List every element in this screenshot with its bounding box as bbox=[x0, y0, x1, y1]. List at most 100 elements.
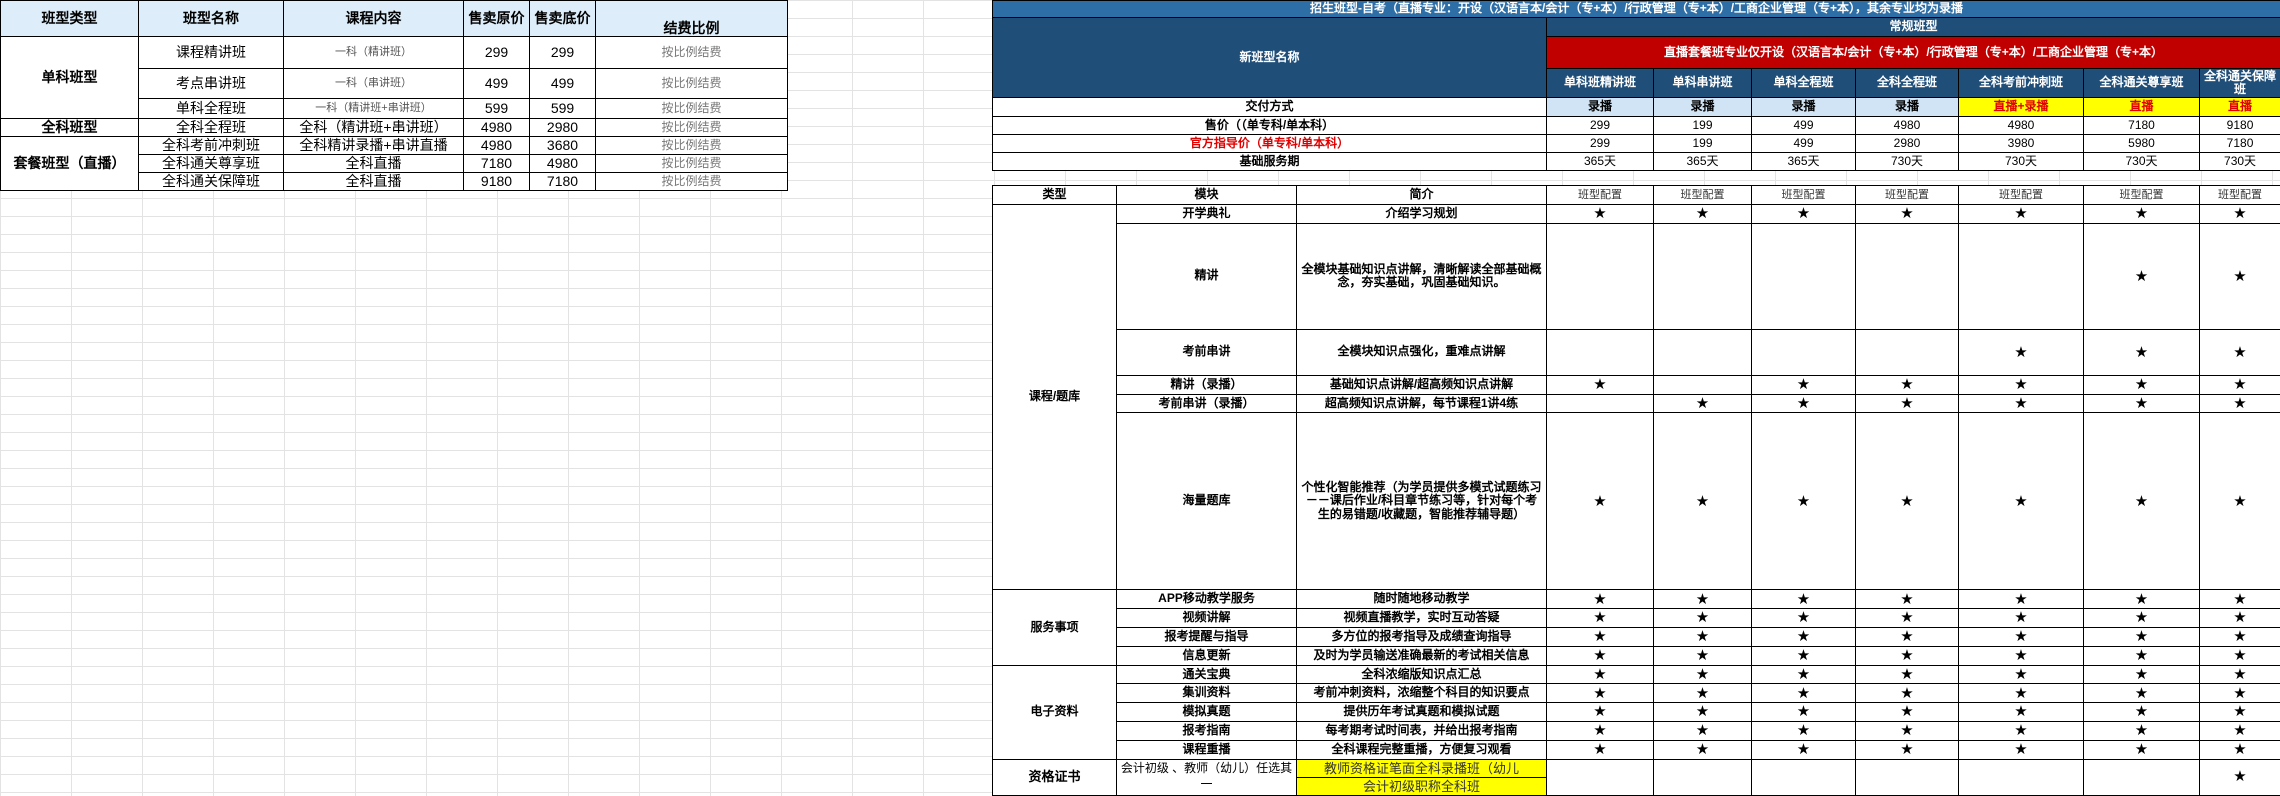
config-cell[interactable]: ★ bbox=[1654, 703, 1752, 722]
config-cell[interactable]: ★ bbox=[1752, 205, 1856, 224]
config-cell[interactable] bbox=[1547, 394, 1654, 413]
config-cell[interactable]: ★ bbox=[1752, 609, 1856, 628]
config-cell[interactable] bbox=[1654, 375, 1752, 394]
cert-star-cell[interactable] bbox=[1654, 759, 1752, 795]
direct-broadcast-note[interactable]: 直播套餐班专业仅开设（汉语言本/会计（专+本）/行政管理（专+本）/工商企业管理… bbox=[1547, 37, 2280, 69]
config-cell[interactable]: ★ bbox=[2084, 665, 2200, 684]
config-cell[interactable]: ★ bbox=[1752, 590, 1856, 609]
price-cell[interactable]: 4980 bbox=[1959, 117, 2084, 135]
config-cell[interactable]: ★ bbox=[1752, 627, 1856, 646]
class-col-header[interactable]: 全科考前冲刺班 bbox=[1959, 69, 2084, 98]
module-intro-cell[interactable]: 全模块知识点强化，重难点讲解 bbox=[1297, 329, 1547, 375]
price-label[interactable]: 售价（（单专科/单本科） bbox=[993, 117, 1547, 135]
config-cell[interactable]: ★ bbox=[1856, 665, 1959, 684]
config-cell[interactable]: ★ bbox=[1752, 703, 1856, 722]
config-cell[interactable]: ★ bbox=[1547, 684, 1654, 703]
config-cell[interactable]: ★ bbox=[2200, 590, 2280, 609]
config-cell[interactable]: ★ bbox=[2084, 394, 2200, 413]
header-floor-price[interactable]: 售卖底价 bbox=[530, 1, 596, 37]
class-col-header[interactable]: 单科全程班 bbox=[1752, 69, 1856, 98]
config-cell[interactable]: ★ bbox=[1547, 590, 1654, 609]
config-cell[interactable]: ★ bbox=[1959, 590, 2084, 609]
service-cell[interactable]: 730天 bbox=[2084, 153, 2200, 171]
config-header[interactable]: 班型配置 bbox=[2200, 186, 2280, 205]
config-cell[interactable]: ★ bbox=[1752, 721, 1856, 740]
config-cell[interactable]: ★ bbox=[2084, 413, 2200, 590]
config-cell[interactable] bbox=[1752, 223, 1856, 329]
module-intro-cell[interactable]: 及时为学员输送准确最新的考试相关信息 bbox=[1297, 646, 1547, 665]
col-intro-header[interactable]: 简介 bbox=[1297, 186, 1547, 205]
cert-intro[interactable]: 教师资格证笔面全科录播班（幼儿 会计初级职称全科班 bbox=[1297, 759, 1547, 795]
config-header[interactable]: 班型配置 bbox=[1959, 186, 2084, 205]
module-intro-cell[interactable]: 个性化智能推荐（为学员提供多模式试题练习－－课后作业/科目章节练习等，针对每个考… bbox=[1297, 413, 1547, 590]
delivery-cell[interactable]: 直播 bbox=[2200, 98, 2280, 117]
config-cell[interactable]: ★ bbox=[1959, 665, 2084, 684]
module-name-cell[interactable]: 视频讲解 bbox=[1117, 609, 1297, 628]
module-intro-cell[interactable]: 视频直播教学，实时互动答疑 bbox=[1297, 609, 1547, 628]
config-cell[interactable]: ★ bbox=[1959, 721, 2084, 740]
delivery-cell[interactable]: 录播 bbox=[1547, 98, 1654, 117]
floor-price-cell[interactable]: 3680 bbox=[530, 137, 596, 155]
config-cell[interactable]: ★ bbox=[2200, 627, 2280, 646]
module-name-cell[interactable]: 考前串讲（录播） bbox=[1117, 394, 1297, 413]
orig-price-cell[interactable]: 4980 bbox=[464, 137, 530, 155]
content-cell[interactable]: 全科精讲录播+串讲直播 bbox=[284, 137, 464, 155]
section-cert[interactable]: 资格证书 bbox=[993, 759, 1117, 795]
guide-price-cell[interactable]: 499 bbox=[1752, 135, 1856, 153]
config-cell[interactable]: ★ bbox=[1856, 684, 1959, 703]
config-cell[interactable]: ★ bbox=[2200, 609, 2280, 628]
orig-price-cell[interactable]: 299 bbox=[464, 37, 530, 69]
config-cell[interactable] bbox=[1654, 223, 1752, 329]
ratio-cell[interactable]: 按比例结费 bbox=[596, 69, 788, 99]
content-cell[interactable]: 全科（精讲班+串讲班） bbox=[284, 119, 464, 137]
config-cell[interactable]: ★ bbox=[1856, 609, 1959, 628]
group-full[interactable]: 全科班型 bbox=[1, 119, 139, 137]
module-name-cell[interactable]: 信息更新 bbox=[1117, 646, 1297, 665]
config-cell[interactable]: ★ bbox=[2084, 627, 2200, 646]
module-name-cell[interactable]: 通关宝典 bbox=[1117, 665, 1297, 684]
config-cell[interactable]: ★ bbox=[2200, 684, 2280, 703]
config-cell[interactable]: ★ bbox=[1654, 684, 1752, 703]
config-header[interactable]: 班型配置 bbox=[1547, 186, 1654, 205]
service-cell[interactable]: 730天 bbox=[2200, 153, 2280, 171]
config-cell[interactable]: ★ bbox=[1856, 590, 1959, 609]
service-cell[interactable]: 365天 bbox=[1547, 153, 1654, 171]
delivery-cell[interactable]: 录播 bbox=[1856, 98, 1959, 117]
config-cell[interactable]: ★ bbox=[2200, 375, 2280, 394]
module-name-cell[interactable]: 精讲（录播） bbox=[1117, 375, 1297, 394]
section-ebook[interactable]: 电子资料 bbox=[993, 665, 1117, 759]
config-cell[interactable]: ★ bbox=[1856, 205, 1959, 224]
module-name-cell[interactable]: 报考提醒与指导 bbox=[1117, 627, 1297, 646]
config-cell[interactable]: ★ bbox=[1547, 665, 1654, 684]
config-cell[interactable]: ★ bbox=[1654, 394, 1752, 413]
module-intro-cell[interactable]: 提供历年考试真题和模拟试题 bbox=[1297, 703, 1547, 722]
config-cell[interactable]: ★ bbox=[1547, 740, 1654, 759]
service-cell[interactable]: 365天 bbox=[1752, 153, 1856, 171]
config-cell[interactable]: ★ bbox=[1959, 740, 2084, 759]
config-header[interactable]: 班型配置 bbox=[1856, 186, 1959, 205]
config-cell[interactable]: ★ bbox=[1547, 721, 1654, 740]
config-cell[interactable]: ★ bbox=[2084, 721, 2200, 740]
ratio-cell[interactable]: 按比例结费 bbox=[596, 137, 788, 155]
module-name-cell[interactable]: 集训资料 bbox=[1117, 684, 1297, 703]
config-cell[interactable]: ★ bbox=[1654, 646, 1752, 665]
floor-price-cell[interactable]: 299 bbox=[530, 37, 596, 69]
floor-price-cell[interactable]: 2980 bbox=[530, 119, 596, 137]
config-cell[interactable]: ★ bbox=[2200, 740, 2280, 759]
config-cell[interactable]: ★ bbox=[1547, 627, 1654, 646]
content-cell[interactable]: 一科（精讲班） bbox=[284, 37, 464, 69]
module-name-cell[interactable]: 考前串讲 bbox=[1117, 329, 1297, 375]
config-cell[interactable]: ★ bbox=[1654, 627, 1752, 646]
module-intro-cell[interactable]: 随时随地移动教学 bbox=[1297, 590, 1547, 609]
config-cell[interactable]: ★ bbox=[1856, 413, 1959, 590]
new-type-name-header[interactable]: 新班型名称 bbox=[993, 18, 1547, 98]
config-header[interactable]: 班型配置 bbox=[1752, 186, 1856, 205]
config-cell[interactable]: ★ bbox=[2200, 665, 2280, 684]
delivery-cell[interactable]: 录播 bbox=[1654, 98, 1752, 117]
module-name-cell[interactable]: 课程重播 bbox=[1117, 740, 1297, 759]
config-cell[interactable] bbox=[1959, 223, 2084, 329]
module-name-cell[interactable]: APP移动教学服务 bbox=[1117, 590, 1297, 609]
module-intro-cell[interactable]: 全科课程完整重播，方便复习观看 bbox=[1297, 740, 1547, 759]
config-cell[interactable]: ★ bbox=[1547, 375, 1654, 394]
col-type-header[interactable]: 类型 bbox=[993, 186, 1117, 205]
